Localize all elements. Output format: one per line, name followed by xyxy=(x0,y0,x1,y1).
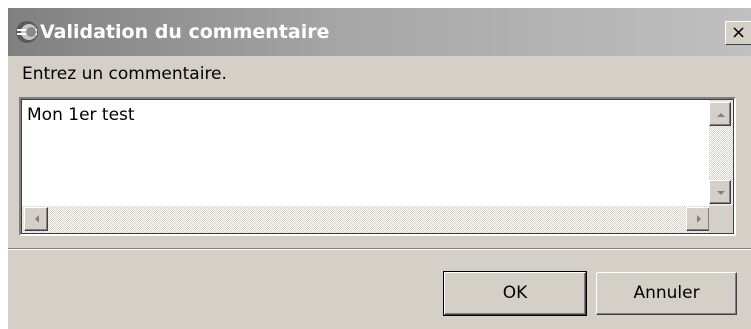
arrow-up-icon xyxy=(717,113,725,117)
title-bar[interactable]: Validation du commentaire × xyxy=(8,8,751,56)
separator-highlight xyxy=(8,249,751,250)
window-title: Validation du commentaire xyxy=(40,21,330,43)
ok-button[interactable]: OK xyxy=(443,271,587,316)
close-icon: × xyxy=(730,22,747,43)
scroll-right-button[interactable] xyxy=(686,207,710,231)
close-button[interactable]: × xyxy=(725,21,751,45)
arrow-down-icon xyxy=(717,191,725,195)
arrow-left-icon xyxy=(35,215,39,223)
dialog-window: Validation du commentaire × Entrez un co… xyxy=(7,7,751,329)
cancel-button[interactable]: Annuler xyxy=(596,272,737,315)
app-icon xyxy=(14,19,40,45)
prompt-label: Entrez un commentaire. xyxy=(22,64,227,84)
scroll-left-button[interactable] xyxy=(24,207,48,231)
vertical-scrollbar[interactable] xyxy=(709,100,733,206)
scroll-down-button[interactable] xyxy=(709,180,731,204)
comment-textarea[interactable]: Mon 1er test xyxy=(19,97,736,236)
comment-text[interactable]: Mon 1er test xyxy=(27,105,135,125)
scroll-up-button[interactable] xyxy=(709,102,731,126)
arrow-right-icon xyxy=(697,215,701,223)
horizontal-scrollbar[interactable] xyxy=(22,206,710,233)
scrollbar-corner xyxy=(709,206,733,233)
